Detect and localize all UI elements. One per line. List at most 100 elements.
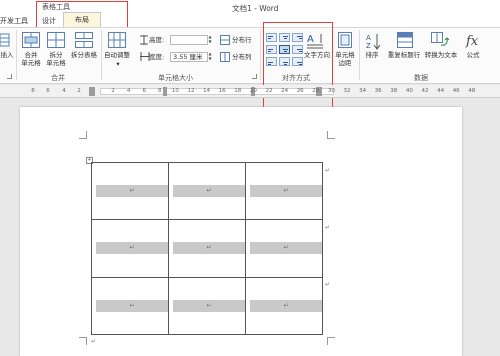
cell-size-group-label: 单元格大小 [158, 74, 193, 82]
merge-group-label: 合并 [51, 74, 65, 82]
ruler-tick-label: 36 [374, 88, 382, 94]
row-end-mark: ↵ [325, 167, 331, 174]
autofit-button[interactable]: 自动调整 [102, 51, 132, 59]
ruler-tick-label: 46 [452, 88, 460, 94]
ruler-tick-label: 32 [343, 88, 351, 94]
separator [16, 30, 17, 80]
left-indent-marker[interactable] [89, 87, 95, 96]
row-height-icon [140, 35, 148, 45]
cell-shading: ↵ [250, 299, 322, 312]
rows-columns-launcher[interactable] [7, 74, 12, 79]
height-stepper[interactable]: ▲ ▼ [207, 34, 213, 45]
page-corner-mark [79, 131, 87, 139]
ruler-tick-label: 2 [77, 88, 81, 94]
table-cell[interactable]: ↵ [168, 276, 246, 336]
table-row: ↵ ↵ ↵ [91, 219, 323, 278]
insert-icon[interactable] [0, 33, 10, 47]
sort-icon[interactable]: A Z [366, 32, 380, 50]
table-cell[interactable]: ↵ [168, 219, 246, 278]
ruler-tick-label: 12 [187, 88, 195, 94]
ruler-tick-label: 6 [142, 88, 146, 94]
tab-developer[interactable]: 开发工具 [0, 16, 28, 26]
distribute-rows-button[interactable]: 分布行 [232, 36, 252, 44]
table-cell[interactable]: ↵ [91, 276, 169, 336]
ruler-tick-label: 2 [111, 88, 115, 94]
repeat-header-button[interactable]: 重复标题行 [385, 51, 423, 59]
ruler-tick-label: 34 [359, 88, 367, 94]
repeat-header-icon[interactable] [397, 32, 413, 48]
cell-margins-button[interactable]: 单元格 边距 [333, 51, 357, 67]
distribute-columns-icon[interactable] [220, 52, 230, 62]
autofit-icon[interactable] [108, 32, 126, 48]
cell-shading: ↵ [96, 242, 168, 255]
table-cell[interactable]: ↵ [245, 276, 323, 336]
split-table-button[interactable]: 拆分表格 [68, 51, 100, 59]
separator [260, 30, 261, 80]
paragraph-mark: ↵ [91, 338, 97, 345]
ruler-tick-label: 8 [31, 88, 35, 94]
distribute-columns-button[interactable]: 分布列 [232, 53, 252, 61]
ruler-tick-label: 44 [437, 88, 445, 94]
split-cells-icon[interactable] [47, 32, 65, 48]
merge-cells-icon[interactable] [22, 32, 40, 48]
width-field[interactable]: 3.55 厘米 [170, 52, 208, 62]
page-corner-mark [79, 337, 87, 345]
page-corner-mark [327, 337, 335, 345]
chevron-down-icon[interactable]: ▾ [116, 60, 120, 68]
height-field[interactable] [170, 35, 208, 45]
cell-shading: ↵ [96, 185, 168, 197]
svg-text:A: A [366, 34, 371, 42]
cell-shading: ↵ [250, 185, 322, 197]
width-label: 宽度: [149, 53, 165, 61]
ruler-tick-label: 28 [312, 88, 320, 94]
cell-shading: ↵ [250, 242, 322, 255]
convert-to-text-icon[interactable] [431, 32, 449, 48]
cell-shading: ↵ [173, 299, 245, 312]
split-cells-button[interactable]: 拆分 单元格 [43, 51, 69, 67]
data-group-label: 数据 [414, 74, 428, 82]
height-label: 高度: [149, 36, 165, 44]
cell-margins-icon[interactable] [338, 32, 352, 48]
ruler-tick-label: 40 [405, 88, 413, 94]
ruler-tick-label: 4 [126, 88, 131, 94]
ruler-tick-label: 4 [62, 88, 66, 94]
formula-icon[interactable]: fx [465, 31, 481, 49]
svg-text:Z: Z [366, 42, 371, 50]
formula-button[interactable]: 公式 [463, 51, 483, 59]
merge-cells-button[interactable]: 合并 单元格 [18, 51, 44, 67]
ruler-tick-label: 30 [327, 88, 335, 94]
ruler-tick-label: 42 [421, 88, 429, 94]
table-row: ↵ ↵ ↵ [91, 161, 323, 221]
table-cell[interactable]: ↵ [91, 219, 169, 278]
ruler-tick-label: 26 [296, 88, 304, 94]
cell-shading: ↵ [173, 185, 245, 197]
cell-shading: ↵ [173, 242, 245, 255]
table-cell[interactable]: ↵ [91, 161, 169, 221]
ruler-tick-label: 20 [249, 88, 257, 94]
document-table[interactable]: ↵ ↵ ↵ ↵ ↵ ↵ ↵ ↵ ↵ [91, 161, 323, 336]
cell-size-launcher[interactable] [252, 74, 257, 79]
split-table-icon[interactable] [75, 32, 93, 48]
svg-text:fx: fx [465, 34, 479, 49]
table-row: ↵ ↵ ↵ [91, 276, 323, 336]
ruler-tick-label: 22 [265, 88, 273, 94]
window-title: 文档1 - Word [232, 4, 279, 13]
table-cell[interactable]: ↵ [245, 219, 323, 278]
ruler-tick-label: 48 [468, 88, 476, 94]
tabs-highlight-box [36, 1, 128, 29]
sort-button[interactable]: 排序 [363, 51, 381, 59]
convert-to-text-button[interactable]: 转换为文本 [421, 51, 461, 59]
ruler-tick-label: 18 [234, 88, 242, 94]
distribute-rows-icon[interactable] [220, 35, 230, 45]
row-end-mark: ↵ [325, 224, 331, 231]
ruler-tick-label: 24 [281, 88, 289, 94]
insert-button[interactable]: 插入 [0, 51, 14, 59]
separator [359, 30, 360, 80]
table-cell[interactable]: ↵ [245, 161, 323, 221]
cell-shading: ↵ [96, 299, 168, 312]
table-cell[interactable]: ↵ [168, 161, 246, 221]
ruler-tick-label: 6 [46, 88, 50, 94]
width-stepper[interactable]: ▲ ▼ [207, 51, 213, 62]
ruler-tick-label: 38 [390, 88, 398, 94]
page-corner-mark [327, 131, 335, 139]
